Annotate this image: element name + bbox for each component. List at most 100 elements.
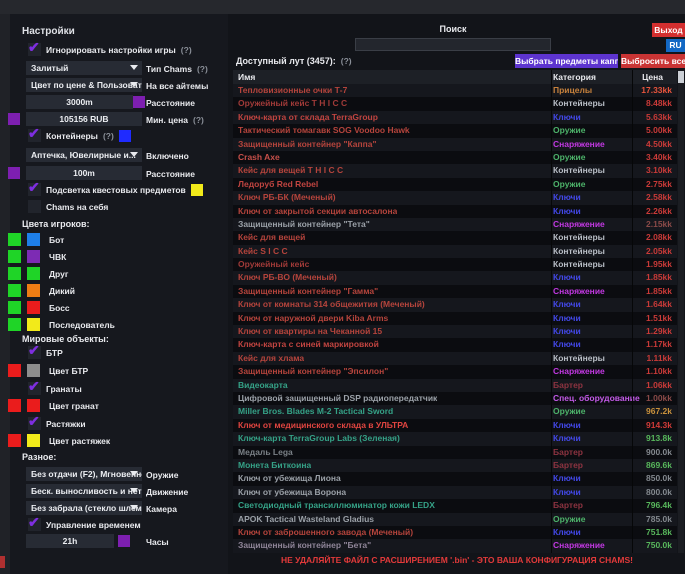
color-swatch[interactable] [8,284,21,297]
containers-checkbox[interactable] [28,129,41,142]
quest-highlight-checkbox[interactable] [28,183,41,196]
table-row[interactable]: Ключ РБ-БК (Меченый) Ключи 2.58kk [233,191,677,204]
table-row[interactable]: Crash Axe Оружие 3.40kk [233,151,677,164]
exit-button[interactable]: Выход [652,23,685,37]
help-icon[interactable]: (?) [341,56,352,66]
btr-checkbox[interactable] [28,346,41,359]
table-row[interactable]: Ключ от убежища Ворона Ключи 800.0k [233,486,677,499]
color-swatch[interactable] [27,267,40,280]
table-row[interactable]: Цифровой защищенный DSP радиопередатчик … [233,392,677,405]
table-row[interactable]: Ледоруб Red Rebel Оружие 2.75kk [233,178,677,191]
table-row[interactable]: Miller Bros. Blades M-2 Tactical Sword О… [233,405,677,418]
table-row[interactable]: Оружейный кейс T H I C C Контейнеры 8.48… [233,97,677,110]
select-kappa-items-button[interactable]: Выбрать предметы каппа [515,54,618,68]
loot-filter-select[interactable]: Аптечка, Ювелирные и... [26,148,142,162]
table-row[interactable]: APOK Tactical Wasteland Gladius Оружие 7… [233,513,677,526]
column-header-name[interactable]: Имя [238,70,255,84]
discard-all-button[interactable]: Выбросить все [621,54,685,68]
color-swatch[interactable] [27,284,40,297]
camera-select[interactable]: Без забрала (стекло шлема) [26,501,142,515]
color-swatch[interactable] [8,364,21,377]
help-icon[interactable]: (?) [181,45,192,55]
table-row[interactable]: Защищенный контейнер "Тета" Снаряжение 2… [233,218,677,231]
movement-select[interactable]: Беск. выносливость и нет уста [26,484,142,498]
weapon-select[interactable]: Без отдачи (F2), Мгновенное п [26,467,142,481]
table-row[interactable]: Тепловизионные очки Т-7 Прицелы 17.33kk [233,84,677,97]
color-swatch[interactable] [27,399,40,412]
table-row[interactable]: Кейс для хлама Контейнеры 1.11kk [233,352,677,365]
table-row[interactable]: Ключ от убежища Лиона Ключи 850.0k [233,472,677,485]
table-row[interactable]: Кейс S I C C Контейнеры 2.05kk [233,245,677,258]
hours-input[interactable]: 21h [26,534,114,548]
color-swatch[interactable] [8,233,21,246]
color-swatch[interactable] [8,250,21,263]
table-row[interactable]: Кейс для вещей T H I C C Контейнеры 3.10… [233,164,677,177]
table-row[interactable]: Защищенный контейнер "Эпсилон" Снаряжени… [233,365,677,378]
table-row[interactable]: Светодиодный трансиллюминатор кожи LEDX … [233,499,677,512]
table-row[interactable]: Ключ от медицинского склада в УЛЬТРА Клю… [233,419,677,432]
scrollbar-track[interactable] [678,70,684,553]
table-row[interactable]: Защищенный контейнер "Бета" Снаряжение 7… [233,539,677,552]
time-control-label: Управление временем [46,520,141,530]
table-row[interactable]: Кейс для вещей Контейнеры 2.08kk [233,231,677,244]
table-row[interactable]: Ключ-карта с синей маркировкой Ключи 1.1… [233,338,677,351]
table-row[interactable]: Ключ от комнаты 314 общежития (Меченый) … [233,298,677,311]
table-row[interactable]: Ключ от заброшенного завода (Меченый) Кл… [233,526,677,539]
time-control-checkbox[interactable] [28,518,41,531]
scrollbar-thumb[interactable] [678,71,684,83]
color-swatch[interactable] [8,399,21,412]
item-name: Ключ-карта TerraGroup Labs (Зеленая) [238,432,400,445]
help-icon[interactable]: (?) [193,115,204,125]
ignore-game-settings-checkbox[interactable] [28,43,41,56]
column-header-price[interactable]: Цена [642,70,663,84]
containers-color-swatch[interactable] [119,130,131,142]
search-input[interactable] [355,38,551,51]
table-row[interactable]: Защищенный контейнер "Гамма" Снаряжение … [233,285,677,298]
help-icon[interactable]: (?) [197,64,208,74]
chevron-down-icon [130,488,138,493]
color-swatch[interactable] [8,267,21,280]
color-swatch[interactable] [27,434,40,447]
language-button[interactable]: RU [666,39,685,52]
loot-distance-color-swatch[interactable] [8,167,20,179]
player-colors-list: Бот ЧВК Друг Дикий Босс Последователь [8,231,115,333]
table-row[interactable]: Ключ от наружной двери Kiba Arms Ключи 1… [233,312,677,325]
all-items-select[interactable]: Цвет по цене & Пользователь [26,78,142,92]
table-row[interactable]: Оружейный кейс Контейнеры 1.95kk [233,258,677,271]
help-icon[interactable]: (?) [103,131,114,141]
distance-input[interactable]: 3000m [26,95,133,109]
color-swatch[interactable] [27,318,40,331]
chams-type-select[interactable]: Залитый [26,61,142,75]
chams-self-checkbox[interactable] [28,200,41,213]
table-row[interactable]: Ключ РБ-ВО (Меченый) Ключи 1.85kk [233,271,677,284]
player-color-label: Бот [49,235,64,245]
quest-highlight-color-swatch[interactable] [191,184,203,196]
table-row[interactable]: Видеокарта Бартер 1.06kk [233,379,677,392]
table-row[interactable]: Монета Биткоина Бартер 869.6k [233,459,677,472]
table-row[interactable]: Ключ-карта от склада TerraGroup Ключи 5.… [233,111,677,124]
item-price: 5.00kk [646,124,672,137]
column-header-category[interactable]: Категория [553,70,596,84]
hours-color-swatch[interactable] [118,535,130,547]
loot-distance-input[interactable]: 100m [26,166,142,180]
color-swatch[interactable] [8,301,21,314]
tripwires-checkbox[interactable] [28,417,41,430]
color-swatch[interactable] [8,318,21,331]
table-row[interactable]: Ключ от закрытой секции автосалона Ключи… [233,205,677,218]
min-price-input[interactable]: 105156 RUB [26,112,142,126]
color-swatch[interactable] [27,301,40,314]
color-swatch[interactable] [27,364,40,377]
item-price: 3.10kk [646,164,672,177]
item-price: 751.8k [646,526,672,539]
distance-color-swatch[interactable] [133,96,145,108]
table-row[interactable]: Тактический томагавк SOG Voodoo Hawk Ору… [233,124,677,137]
table-row[interactable]: Медаль Lega Бартер 900.0k [233,446,677,459]
color-swatch[interactable] [27,233,40,246]
color-swatch[interactable] [8,434,21,447]
table-row[interactable]: Защищенный контейнер "Каппа" Снаряжение … [233,138,677,151]
table-row[interactable]: Ключ-карта TerraGroup Labs (Зеленая) Клю… [233,432,677,445]
grenades-checkbox[interactable] [28,382,41,395]
table-row[interactable]: Ключ от квартиры на Чеканной 15 Ключи 1.… [233,325,677,338]
color-swatch[interactable] [27,250,40,263]
min-price-color-swatch[interactable] [8,113,20,125]
